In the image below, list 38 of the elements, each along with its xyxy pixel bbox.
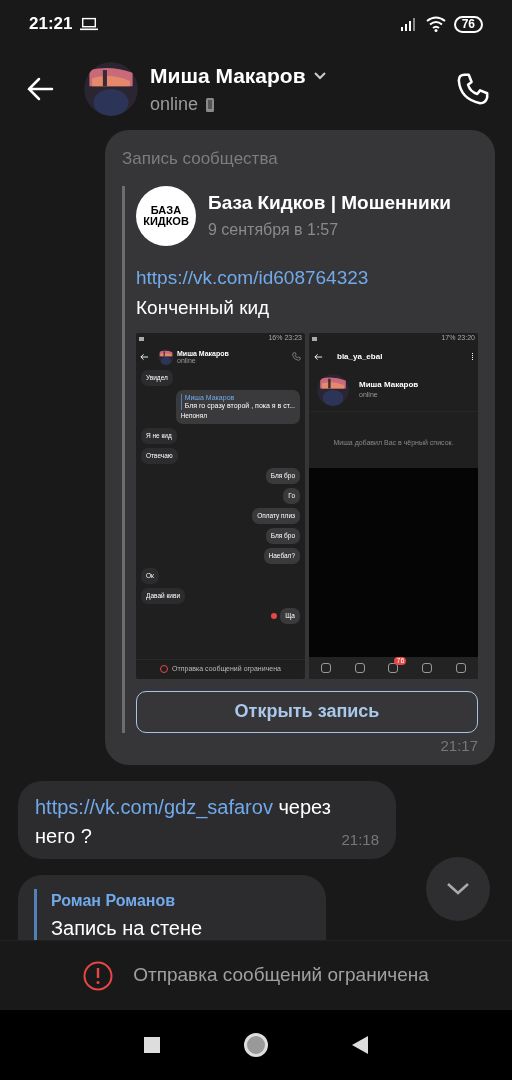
repost-label: Запись сообщества	[122, 148, 279, 170]
home-button[interactable]	[244, 1033, 268, 1057]
message-text: https://vk.com/gdz_safarov через него ?	[35, 795, 332, 849]
reply-quote: Запись на стене	[51, 916, 204, 940]
post-date: 9 сентября в 1:57	[208, 219, 340, 240]
warning-icon	[83, 960, 114, 991]
signal-icon	[399, 17, 418, 31]
laptop-icon	[80, 17, 99, 31]
restriction-notice: Отправка сообщений ограничена	[133, 963, 429, 988]
contact-name: Миша Макаров	[359, 381, 419, 389]
battery-indicator: 76	[453, 15, 483, 33]
back-arrow-icon	[26, 77, 54, 101]
nav-tab-icon[interactable]	[422, 662, 433, 673]
status-time: 21:21	[29, 13, 73, 36]
post-link[interactable]: https://vk.com/id608764323	[136, 263, 478, 292]
nav-tab-icon[interactable]	[456, 662, 467, 673]
nav-tab-icon[interactable]	[354, 662, 365, 673]
phone-icon	[292, 352, 301, 361]
back-triangle-icon[interactable]	[352, 1036, 368, 1054]
message-time: 21:18	[341, 829, 379, 850]
online-status: online	[150, 93, 199, 117]
chevron-down-icon	[313, 71, 326, 80]
message-link[interactable]: https://vk.com/gdz_safarov	[35, 796, 273, 818]
post-text: Конченный кид	[136, 296, 271, 320]
back-arrow-icon	[314, 352, 323, 361]
reply-author: Роман Романов	[51, 891, 177, 911]
chevron-down-icon	[446, 882, 470, 896]
phone-device-icon	[206, 97, 215, 112]
group-logo: БАЗА КИДКОВ	[136, 185, 196, 246]
open-post-button[interactable]: Открыть запись	[136, 690, 478, 733]
wifi-icon	[425, 16, 446, 32]
nav-tab-icon[interactable]	[320, 662, 331, 673]
contact-name[interactable]: Миша Макаров	[150, 59, 306, 92]
screen-title: bla_ya_ebal	[337, 350, 384, 363]
group-name[interactable]: База Кидков | Мошенники	[208, 189, 451, 218]
back-arrow-icon	[140, 352, 149, 361]
message-time: 21:17	[440, 735, 478, 756]
phone-icon	[456, 72, 490, 106]
